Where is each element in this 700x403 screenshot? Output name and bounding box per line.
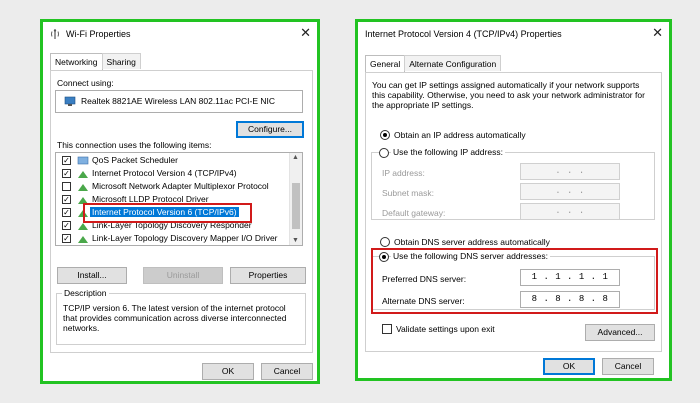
- subnet-mask-field: . . .: [520, 183, 620, 200]
- use-following-ip-radio[interactable]: [379, 148, 389, 158]
- protocol-icon: [78, 184, 88, 191]
- close-icon[interactable]: ✕: [300, 26, 311, 40]
- title-bar: Internet Protocol Version 4 (TCP/IPv4) P…: [358, 22, 669, 46]
- install-button[interactable]: Install...: [57, 267, 127, 284]
- adapter-name: Realtek 8821AE Wireless LAN 802.11ac PCI…: [81, 96, 276, 106]
- ipv6-callout-highlight: [83, 203, 252, 223]
- service-icon: [77, 156, 89, 165]
- item-checkbox[interactable]: ✓: [62, 221, 71, 230]
- item-checkbox[interactable]: ✓: [62, 169, 71, 178]
- ip-address-field: . . .: [520, 163, 620, 180]
- wifi-properties-dialog: Wi-Fi Properties ✕ Networking Sharing Co…: [40, 19, 320, 384]
- obtain-dns-auto-radio[interactable]: [380, 237, 390, 247]
- connect-using-label: Connect using:: [57, 78, 114, 88]
- cancel-button[interactable]: Cancel: [602, 358, 654, 375]
- protocol-icon: [78, 236, 88, 243]
- item-label: Link-Layer Topology Discovery Mapper I/O…: [92, 233, 278, 243]
- intro-text: You can get IP settings assigned automat…: [372, 80, 645, 110]
- item-checkbox[interactable]: ✓: [62, 234, 71, 243]
- validate-checkbox[interactable]: [382, 324, 392, 334]
- obtain-dns-auto-label[interactable]: Obtain DNS server address automatically: [394, 237, 550, 247]
- item-label: QoS Packet Scheduler: [92, 155, 178, 165]
- description-legend: Description: [62, 288, 109, 298]
- window-title: Wi-Fi Properties: [66, 29, 131, 39]
- default-gateway-label: Default gateway:: [382, 208, 446, 218]
- adapter-box: Realtek 8821AE Wireless LAN 802.11ac PCI…: [55, 90, 303, 113]
- uninstall-button: Uninstall: [143, 267, 223, 284]
- tab-alternate-configuration[interactable]: Alternate Configuration: [404, 55, 502, 71]
- ip-address-label: IP address:: [382, 168, 425, 178]
- obtain-ip-auto-label[interactable]: Obtain an IP address automatically: [394, 130, 526, 140]
- close-icon[interactable]: ✕: [652, 26, 663, 40]
- ok-button[interactable]: OK: [202, 363, 254, 380]
- item-label: Internet Protocol Version 4 (TCP/IPv4): [92, 168, 237, 178]
- configure-button[interactable]: Configure...: [236, 121, 304, 138]
- validate-label[interactable]: Validate settings upon exit: [396, 324, 495, 334]
- protocol-icon: [78, 171, 88, 178]
- default-gateway-field: . . .: [520, 203, 620, 220]
- list-item[interactable]: Microsoft Network Adapter Multiplexor Pr…: [59, 180, 289, 193]
- scroll-up-icon[interactable]: ▲: [292, 154, 299, 161]
- cancel-button[interactable]: Cancel: [261, 363, 313, 380]
- tab-sharing[interactable]: Sharing: [101, 53, 141, 69]
- items-list: ✓ QoS Packet Scheduler ✓ Internet Protoc…: [55, 152, 303, 246]
- scroll-thumb[interactable]: [292, 183, 300, 229]
- tab-networking[interactable]: Networking: [50, 53, 103, 70]
- subnet-mask-label: Subnet mask:: [382, 188, 434, 198]
- properties-button[interactable]: Properties: [230, 267, 306, 284]
- item-checkbox[interactable]: ✓: [62, 156, 71, 165]
- items-label: This connection uses the following items…: [57, 140, 212, 150]
- scroll-down-icon[interactable]: ▼: [292, 237, 299, 244]
- wifi-icon: [51, 29, 59, 39]
- description-text: TCP/IP version 6. The latest version of …: [63, 303, 287, 333]
- item-label: Microsoft Network Adapter Multiplexor Pr…: [92, 181, 269, 191]
- network-adapter-icon: [64, 96, 76, 106]
- list-item[interactable]: ✓ Link-Layer Topology Discovery Mapper I…: [59, 232, 289, 245]
- use-following-ip-label[interactable]: Use the following IP address:: [391, 147, 505, 157]
- ok-button[interactable]: OK: [543, 358, 595, 375]
- ipv4-properties-dialog: Internet Protocol Version 4 (TCP/IPv4) P…: [355, 19, 672, 381]
- advanced-button[interactable]: Advanced...: [585, 324, 655, 341]
- title-bar: Wi-Fi Properties ✕: [43, 22, 317, 46]
- window-title: Internet Protocol Version 4 (TCP/IPv4) P…: [365, 29, 562, 39]
- item-checkbox[interactable]: ✓: [62, 195, 71, 204]
- list-item[interactable]: ✓ QoS Packet Scheduler: [59, 154, 289, 167]
- tab-general[interactable]: General: [365, 55, 406, 72]
- obtain-ip-auto-radio[interactable]: [380, 130, 390, 140]
- dns-callout-highlight: [371, 248, 658, 314]
- list-item[interactable]: ✓ Internet Protocol Version 4 (TCP/IPv4): [59, 167, 289, 180]
- item-checkbox[interactable]: ✓: [62, 208, 71, 217]
- list-scrollbar[interactable]: ▲ ▼: [289, 153, 302, 245]
- item-checkbox[interactable]: [62, 182, 71, 191]
- description-group: Description TCP/IP version 6. The latest…: [56, 288, 306, 345]
